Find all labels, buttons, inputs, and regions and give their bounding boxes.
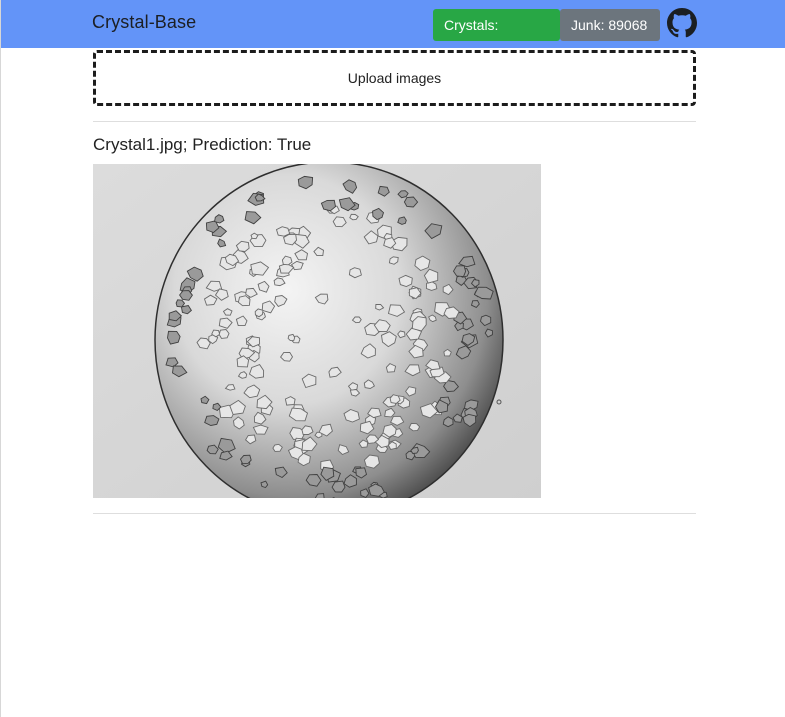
brand-link[interactable]: Crystal-Base bbox=[92, 12, 196, 33]
divider bbox=[93, 121, 696, 122]
crystal-shape bbox=[397, 216, 407, 225]
crystal-shape bbox=[287, 333, 296, 342]
navbar: Crystal-Base Crystals: 589230 Junk: 8906… bbox=[1, 0, 785, 65]
crystal-shape bbox=[284, 396, 296, 406]
crystal-image bbox=[93, 164, 541, 498]
result-title: Crystal1.jpg; Prediction: True bbox=[93, 135, 312, 154]
crystal-shape bbox=[281, 255, 293, 266]
crystal-shape bbox=[167, 330, 181, 345]
crystal-shape bbox=[260, 480, 269, 489]
crystal-shape bbox=[218, 329, 230, 339]
github-icon[interactable] bbox=[667, 8, 697, 38]
divider bbox=[93, 513, 696, 514]
junk-count-badge: Junk: 89068 bbox=[560, 9, 660, 41]
crystals-count-badge: Crystals: 589230 bbox=[433, 9, 560, 65]
upload-dropzone[interactable]: Upload images bbox=[93, 50, 696, 106]
crystal-shape bbox=[275, 226, 291, 237]
upload-label: Upload images bbox=[347, 70, 442, 86]
